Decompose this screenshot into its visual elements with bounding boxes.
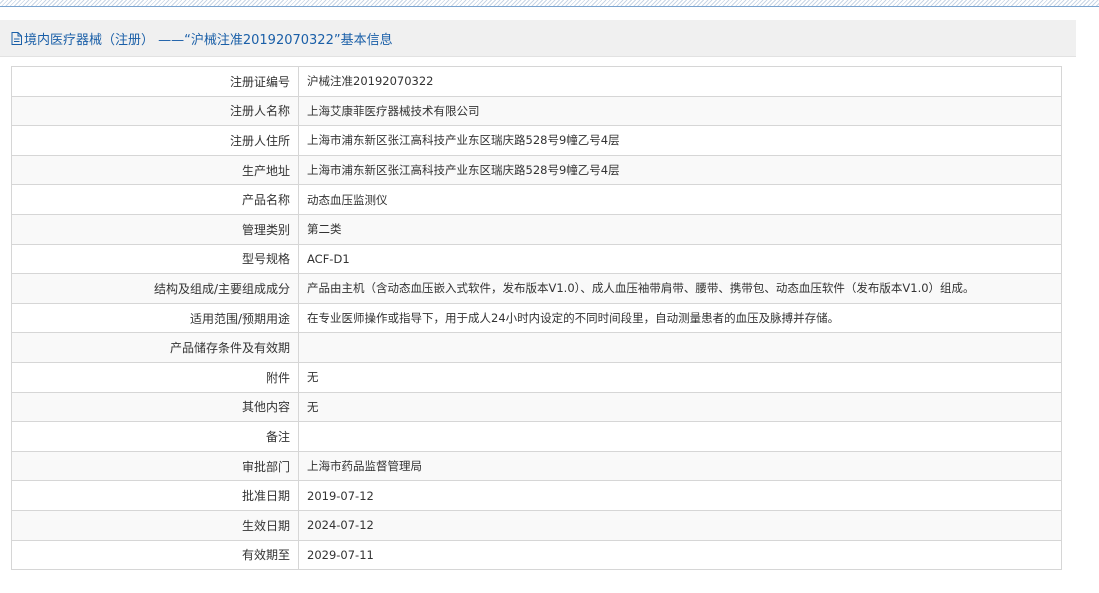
- field-label: 附件: [11, 361, 299, 393]
- field-label: 注册人名称: [11, 95, 299, 127]
- field-label: 结构及组成/主要组成成分: [11, 273, 299, 304]
- table-row: 型号规格 ACF-D1: [11, 243, 1062, 275]
- table-row: 审批部门 上海市药品监督管理局: [11, 450, 1062, 482]
- document-icon: [11, 31, 22, 45]
- field-value: 2024-07-12: [298, 509, 1062, 541]
- table-row: 生产地址 上海市浦东新区张江高科技产业东区瑞庆路528号9幢乙号4层: [11, 154, 1062, 186]
- field-value: 沪械注准20192070322: [298, 66, 1062, 97]
- field-label: 适用范围/预期用途: [11, 302, 299, 334]
- field-label: 生效日期: [11, 509, 299, 541]
- field-label: 型号规格: [11, 243, 299, 275]
- table-row: 注册人名称 上海艾康菲医疗器械技术有限公司: [11, 95, 1062, 127]
- field-label: 其他内容: [11, 391, 299, 423]
- panel-header: 境内医疗器械（注册） ——“沪械注准20192070322”基本信息: [0, 20, 1076, 57]
- field-value: 产品由主机（含动态血压嵌入式软件，发布版本V1.0）、成人血压袖带肩带、腰带、携…: [298, 273, 1062, 304]
- table-row: 产品储存条件及有效期: [11, 332, 1062, 363]
- table-row: 注册人住所 上海市浦东新区张江高科技产业东区瑞庆路528号9幢乙号4层: [11, 125, 1062, 156]
- info-table: 注册证编号 沪械注准20192070322 注册人名称 上海艾康菲医疗器械技术有限公司…: [11, 66, 1062, 571]
- field-label: 批准日期: [11, 480, 299, 511]
- field-label: 生产地址: [11, 154, 299, 186]
- table-row: 生效日期 2024-07-12: [11, 509, 1062, 541]
- table-row: 管理类别 第二类: [11, 213, 1062, 245]
- field-label: 产品储存条件及有效期: [11, 332, 299, 363]
- field-label: 有效期至: [11, 539, 299, 571]
- table-row: 其他内容无: [11, 391, 1062, 423]
- field-value: 第二类: [298, 213, 1062, 245]
- table-row: 适用范围/预期用途 在专业医师操作或指导下，用于成人24小时内设定的不同时间段里，…: [11, 302, 1062, 334]
- field-value: 上海艾康菲医疗器械技术有限公司: [298, 95, 1062, 127]
- field-value: ACF-D1: [298, 243, 1062, 275]
- field-label: 审批部门: [11, 450, 299, 482]
- field-value: 上海市浦东新区张江高科技产业东区瑞庆路528号9幢乙号4层: [298, 125, 1062, 156]
- table-row: 产品名称 动态血压监测仪: [11, 184, 1062, 215]
- field-value: 无: [298, 391, 1062, 423]
- table-row: 备注: [11, 421, 1062, 452]
- field-label: 注册证编号: [11, 66, 299, 97]
- field-value: 无: [298, 361, 1062, 393]
- field-value: 上海市药品监督管理局: [298, 450, 1062, 482]
- panel-title: 境内医疗器械（注册） ——“沪械注准20192070322”基本信息: [24, 32, 393, 48]
- field-value: 2019-07-12: [298, 480, 1062, 511]
- field-value: 2029-07-11: [298, 539, 1062, 571]
- field-value: [298, 332, 1062, 363]
- table-row: 结构及组成/主要组成成分 产品由主机（含动态血压嵌入式软件，发布版本V1.0）、成…: [11, 273, 1062, 304]
- field-value: [298, 421, 1062, 452]
- table-row: 附件无: [11, 361, 1062, 393]
- table-row: 注册证编号 沪械注准20192070322: [11, 66, 1062, 97]
- field-label: 注册人住所: [11, 125, 299, 156]
- field-value: 在专业医师操作或指导下，用于成人24小时内设定的不同时间段里，自动测量患者的血压…: [298, 302, 1062, 334]
- field-value: 上海市浦东新区张江高科技产业东区瑞庆路528号9幢乙号4层: [298, 154, 1062, 186]
- basic-info-panel: 境内医疗器械（注册） ——“沪械注准20192070322”基本信息 注册证编号…: [0, 20, 1076, 593]
- field-label: 管理类别: [11, 213, 299, 245]
- top-decorative-stripe: [0, 0, 1099, 7]
- field-value: 动态血压监测仪: [298, 184, 1062, 215]
- scroll-gutter: [1076, 20, 1099, 593]
- table-row: 批准日期 2019-07-12: [11, 480, 1062, 511]
- field-label: 备注: [11, 421, 299, 452]
- field-label: 产品名称: [11, 184, 299, 215]
- table-row: 有效期至 2029-07-11: [11, 539, 1062, 571]
